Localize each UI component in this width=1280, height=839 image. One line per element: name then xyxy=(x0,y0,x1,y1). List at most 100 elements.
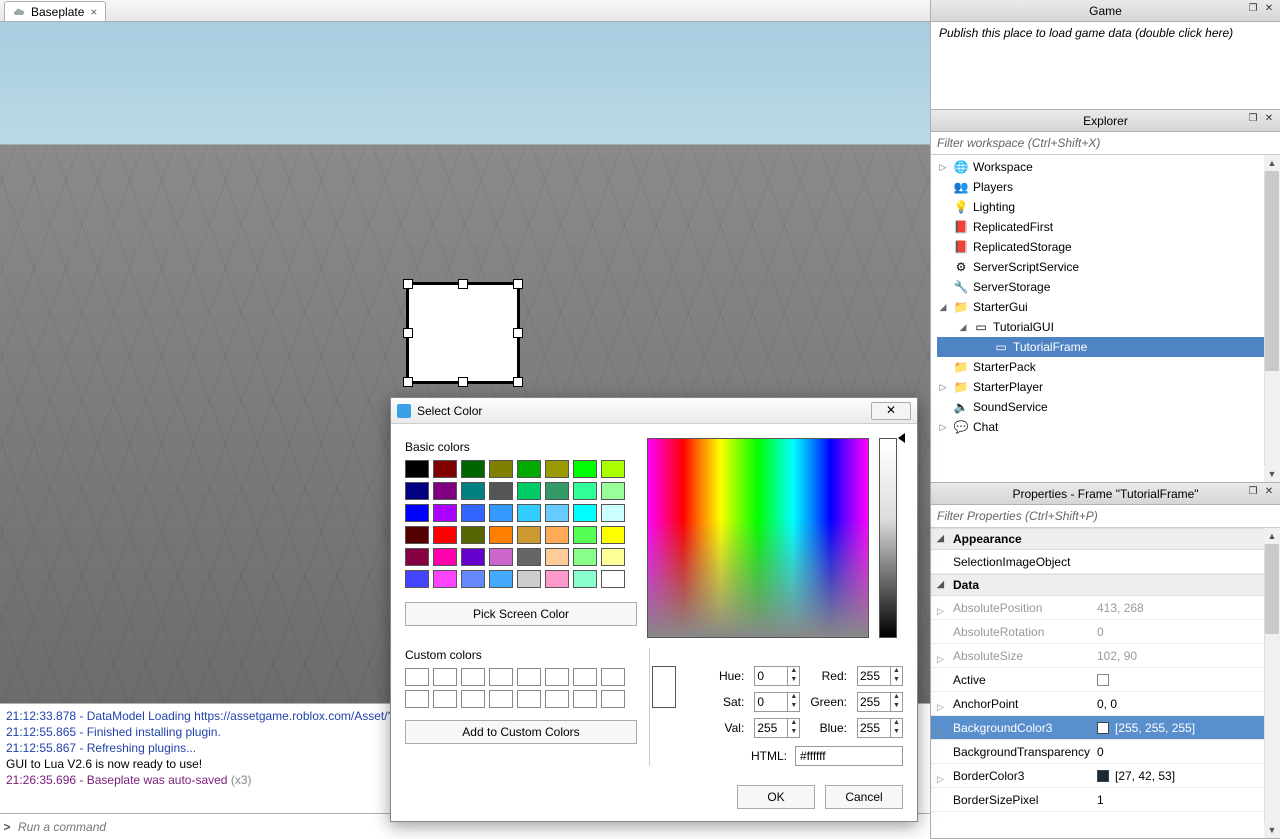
resize-handle[interactable] xyxy=(403,328,413,338)
undock-icon[interactable]: ❐ xyxy=(1246,113,1260,127)
scroll-up-icon[interactable]: ▲ xyxy=(1264,528,1280,544)
scroll-down-icon[interactable]: ▼ xyxy=(1264,822,1280,838)
close-icon[interactable]: ✕ xyxy=(1262,113,1276,127)
tree-item-replicatedstorage[interactable]: 📕ReplicatedStorage xyxy=(937,237,1280,257)
basic-color-cell[interactable] xyxy=(517,548,541,566)
spin-down-icon[interactable]: ▼ xyxy=(788,676,799,685)
green-input[interactable]: ▲▼ xyxy=(857,692,903,712)
tree-item-tutorialframe[interactable]: ▭TutorialFrame xyxy=(937,337,1280,357)
custom-color-cell[interactable] xyxy=(433,690,457,708)
custom-color-cell[interactable] xyxy=(601,690,625,708)
basic-color-cell[interactable] xyxy=(489,460,513,478)
basic-color-cell[interactable] xyxy=(601,482,625,500)
spin-down-icon[interactable]: ▼ xyxy=(891,702,902,711)
red-input[interactable]: ▲▼ xyxy=(857,666,903,686)
basic-color-cell[interactable] xyxy=(461,570,485,588)
basic-color-cell[interactable] xyxy=(461,482,485,500)
prop-section[interactable]: ◢Appearance xyxy=(931,528,1280,550)
prop-row-active[interactable]: Active xyxy=(931,668,1280,692)
expand-arrow-icon[interactable]: ◢ xyxy=(937,302,949,313)
expand-arrow-icon[interactable]: ▷ xyxy=(937,726,944,737)
basic-color-cell[interactable] xyxy=(433,504,457,522)
basic-color-cell[interactable] xyxy=(573,570,597,588)
ok-button[interactable]: OK xyxy=(737,785,815,809)
expand-arrow-icon[interactable]: ▷ xyxy=(937,654,944,665)
basic-color-cell[interactable] xyxy=(601,548,625,566)
basic-color-cell[interactable] xyxy=(545,460,569,478)
spin-up-icon[interactable]: ▲ xyxy=(788,693,799,702)
spin-up-icon[interactable]: ▲ xyxy=(788,667,799,676)
resize-handle[interactable] xyxy=(513,328,523,338)
basic-color-cell[interactable] xyxy=(545,504,569,522)
close-icon[interactable]: ✕ xyxy=(1262,3,1276,17)
basic-color-cell[interactable] xyxy=(573,504,597,522)
basic-color-cell[interactable] xyxy=(433,570,457,588)
basic-color-cell[interactable] xyxy=(405,482,429,500)
custom-color-cell[interactable] xyxy=(517,690,541,708)
basic-color-cell[interactable] xyxy=(545,526,569,544)
prop-row-bordersizepixel[interactable]: BorderSizePixel1 xyxy=(931,788,1280,812)
value-slider[interactable] xyxy=(879,438,897,638)
close-icon[interactable]: ✕ xyxy=(1262,486,1276,500)
prop-row-backgroundcolor3[interactable]: ▷BackgroundColor3[255, 255, 255] xyxy=(931,716,1280,740)
basic-color-cell[interactable] xyxy=(405,504,429,522)
resize-handle[interactable] xyxy=(513,377,523,387)
dialog-close-button[interactable]: ✕ xyxy=(871,402,911,420)
basic-color-cell[interactable] xyxy=(517,460,541,478)
tree-item-players[interactable]: 👥Players xyxy=(937,177,1280,197)
basic-color-cell[interactable] xyxy=(461,460,485,478)
basic-color-cell[interactable] xyxy=(601,504,625,522)
basic-color-cell[interactable] xyxy=(461,526,485,544)
color-field[interactable] xyxy=(647,438,869,638)
scroll-up-icon[interactable]: ▲ xyxy=(1264,155,1280,171)
selected-gui-frame[interactable] xyxy=(406,282,520,384)
scrollbar[interactable]: ▲ ▼ xyxy=(1264,155,1280,482)
basic-color-cell[interactable] xyxy=(489,504,513,522)
tree-item-tutorialgui[interactable]: ◢▭TutorialGUI xyxy=(937,317,1280,337)
basic-color-cell[interactable] xyxy=(489,526,513,544)
resize-handle[interactable] xyxy=(458,377,468,387)
basic-color-cell[interactable] xyxy=(433,482,457,500)
spin-down-icon[interactable]: ▼ xyxy=(891,728,902,737)
custom-color-cell[interactable] xyxy=(573,668,597,686)
prop-row-anchorpoint[interactable]: ▷AnchorPoint0, 0 xyxy=(931,692,1280,716)
basic-color-cell[interactable] xyxy=(405,570,429,588)
tree-item-startergui[interactable]: ◢📁StarterGui xyxy=(937,297,1280,317)
tree-item-chat[interactable]: ▷💬Chat xyxy=(937,417,1280,437)
resize-handle[interactable] xyxy=(458,279,468,289)
scroll-down-icon[interactable]: ▼ xyxy=(1264,466,1280,482)
pick-screen-color-button[interactable]: Pick Screen Color xyxy=(405,602,637,626)
basic-color-cell[interactable] xyxy=(517,504,541,522)
game-panel-hint[interactable]: Publish this place to load game data (do… xyxy=(931,22,1280,108)
custom-color-cell[interactable] xyxy=(545,690,569,708)
resize-handle[interactable] xyxy=(403,377,413,387)
basic-color-cell[interactable] xyxy=(545,570,569,588)
undock-icon[interactable]: ❐ xyxy=(1246,486,1260,500)
spin-up-icon[interactable]: ▲ xyxy=(891,693,902,702)
basic-color-cell[interactable] xyxy=(489,570,513,588)
properties-filter-input[interactable] xyxy=(931,505,1280,528)
blue-input[interactable]: ▲▼ xyxy=(857,718,903,738)
custom-color-cell[interactable] xyxy=(433,668,457,686)
basic-color-cell[interactable] xyxy=(433,460,457,478)
spin-up-icon[interactable]: ▲ xyxy=(788,719,799,728)
dialog-titlebar[interactable]: Select Color ✕ xyxy=(391,398,917,424)
basic-color-cell[interactable] xyxy=(573,482,597,500)
tree-item-serverscriptservice[interactable]: ⚙ServerScriptService xyxy=(937,257,1280,277)
basic-color-cell[interactable] xyxy=(545,548,569,566)
basic-color-cell[interactable] xyxy=(517,526,541,544)
prop-row-backgroundtransparency[interactable]: BackgroundTransparency0 xyxy=(931,740,1280,764)
basic-color-cell[interactable] xyxy=(573,460,597,478)
expand-arrow-icon[interactable]: ▷ xyxy=(937,422,949,433)
tree-item-serverstorage[interactable]: 🔧ServerStorage xyxy=(937,277,1280,297)
checkbox[interactable] xyxy=(1097,674,1109,686)
tab-close-icon[interactable]: × xyxy=(90,5,97,19)
basic-color-cell[interactable] xyxy=(601,526,625,544)
expand-arrow-icon[interactable]: ▷ xyxy=(937,702,944,713)
tree-item-lighting[interactable]: 💡Lighting xyxy=(937,197,1280,217)
custom-color-cell[interactable] xyxy=(601,668,625,686)
custom-color-cell[interactable] xyxy=(405,690,429,708)
explorer-filter-input[interactable] xyxy=(931,132,1280,155)
scroll-thumb[interactable] xyxy=(1265,544,1279,634)
expand-arrow-icon[interactable]: ▷ xyxy=(937,162,949,173)
